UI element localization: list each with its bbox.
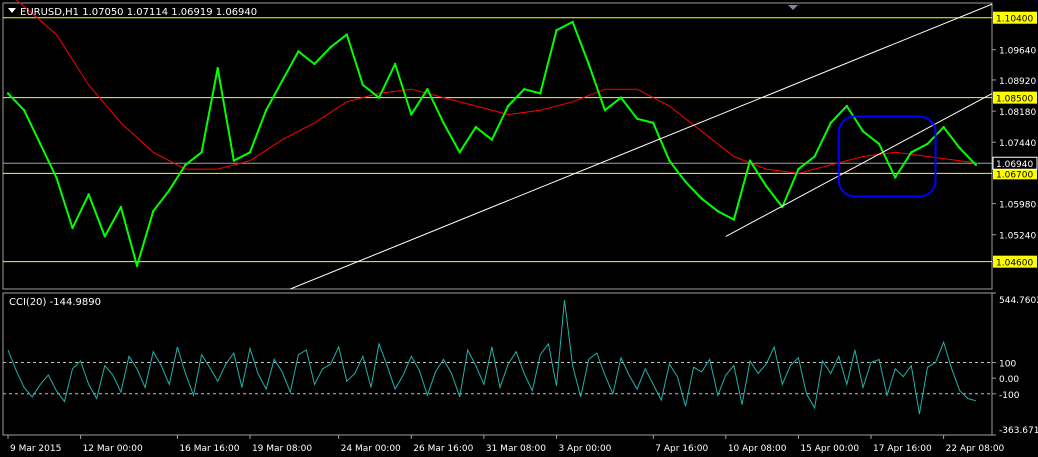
terminal-chart: 1.09640 1.08920 1.08180 1.07440 1.05980 1.052… [0, 0, 1038, 457]
time-tick-label: 24 Mar 00:00 [341, 444, 401, 454]
price-point [361, 83, 365, 87]
time-tick-label: 7 Apr 16:00 [655, 444, 708, 454]
price-point [22, 109, 26, 112]
price-point [281, 79, 284, 83]
time-tick-label: 26 Mar 16:00 [413, 444, 473, 454]
price-point [619, 96, 623, 99]
price-point [926, 142, 929, 146]
price-point [297, 50, 300, 53]
cci-tick-label: 0.00 [999, 375, 1019, 385]
price-point [829, 121, 832, 125]
price-point [426, 88, 429, 91]
price-point [474, 125, 478, 129]
time-tick-label: 16 Mar 16:00 [179, 444, 239, 454]
price-tick-label: 1.05240 [999, 232, 1036, 242]
symbol-readout: EURUSD,H1 1.07050 1.07114 1.06919 1.0694… [20, 7, 257, 18]
price-point [910, 151, 913, 154]
price-point [861, 130, 865, 133]
level-price-label: 1.10400 [996, 15, 1033, 25]
price-point [458, 151, 461, 154]
price-point [410, 113, 413, 116]
price-point [200, 151, 203, 154]
price-point [232, 159, 236, 162]
price-point [442, 121, 445, 125]
current-price-label: 1.06940 [996, 160, 1033, 170]
price-tick-label: 1.08920 [999, 77, 1036, 87]
price-point [764, 184, 768, 188]
cci-tick-label: 544.7602 [999, 296, 1038, 306]
price-point [942, 125, 945, 129]
price-point [652, 121, 655, 125]
time-tick-label: 9 Mar 2015 [10, 444, 61, 454]
price-point [135, 264, 139, 268]
cci-panel[interactable]: 544.7602 100 0.00 -100 -363.6717 CCI(20) -14… [2, 292, 1038, 436]
price-point [6, 92, 10, 95]
price-point [329, 45, 332, 49]
time-tick-label: 10 Apr 08:00 [728, 444, 787, 454]
price-point [168, 188, 171, 192]
price-point [635, 117, 639, 120]
price-point [119, 205, 123, 209]
time-tick-label: 22 Apr 08:00 [946, 444, 1005, 454]
price-point [490, 138, 494, 141]
price-point [184, 163, 187, 167]
time-tick-label: 3 Apr 00:00 [558, 444, 611, 454]
price-panel[interactable]: 1.09640 1.08920 1.08180 1.07440 1.05980 1.052… [2, 0, 1038, 290]
time-tick-label: 17 Apr 16:00 [873, 444, 932, 454]
time-tick-label: 19 Mar 08:00 [252, 444, 312, 454]
price-point [39, 142, 42, 146]
price-point [539, 92, 542, 95]
time-tick-label: 31 Mar 08:00 [486, 444, 546, 454]
price-point [716, 209, 719, 213]
price-point [684, 180, 687, 183]
cci-tick-label: -363.6717 [999, 426, 1038, 436]
price-point [555, 29, 558, 32]
price-point [248, 151, 252, 154]
price-point [668, 159, 671, 162]
price-point [958, 146, 961, 150]
price-point [377, 96, 381, 99]
price-point [813, 155, 816, 158]
price-point [506, 104, 510, 108]
level-price-label: 1.04600 [996, 259, 1033, 269]
level-price-label: 1.08500 [996, 95, 1033, 105]
price-point [151, 209, 155, 213]
price-tick-label: 1.09640 [999, 47, 1036, 57]
level-price-label: 1.06700 [996, 170, 1033, 180]
price-point [571, 20, 574, 24]
price-point [55, 176, 58, 179]
cci-tick-label: -100 [999, 391, 1020, 401]
price-point [894, 176, 897, 179]
price-point [522, 88, 526, 91]
cci-panel-frame [2, 292, 993, 436]
price-point [71, 226, 74, 230]
price-axis: 1.09640 1.08920 1.08180 1.07440 1.05980 1.052… [992, 47, 1036, 242]
price-point [216, 66, 219, 70]
cci-readout: CCI(20) -144.9890 [9, 297, 101, 308]
price-tick-label: 1.05980 [999, 201, 1036, 211]
price-point [587, 62, 590, 66]
price-tick-label: 1.08180 [999, 108, 1036, 118]
price-point [845, 104, 849, 108]
price-tick-label: 1.07440 [999, 139, 1036, 149]
price-point [264, 109, 268, 112]
price-point [974, 163, 978, 167]
price-panel-frame [2, 2, 993, 290]
price-point [748, 159, 752, 162]
time-tick-label: 15 Apr 00:00 [800, 444, 859, 454]
price-point [700, 197, 703, 200]
time-tick-label: 12 Mar 00:00 [83, 444, 143, 454]
price-point [732, 218, 736, 221]
price-point [393, 62, 397, 66]
price-point [87, 193, 90, 196]
price-point [103, 235, 106, 238]
price-point [797, 167, 800, 171]
cci-tick-label: 100 [999, 360, 1016, 370]
price-point [313, 62, 316, 66]
price-point [877, 142, 881, 146]
time-axis: 9 Mar 2015 12 Mar 00:00 16 Mar 16:00 19 Mar… [7, 435, 1005, 454]
price-point [345, 33, 348, 36]
price-point [603, 109, 607, 112]
